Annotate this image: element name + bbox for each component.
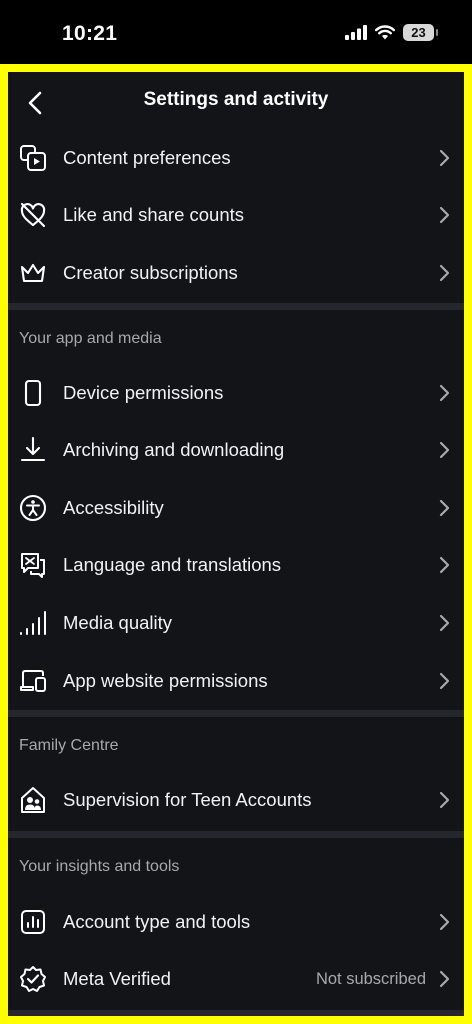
chevron-right-icon [439, 614, 450, 632]
cellular-signal-icon [345, 25, 367, 40]
chevron-right-icon [439, 384, 450, 401]
section-header-app-media: Your app and media [8, 310, 464, 367]
menu-item-media-quality[interactable]: Media quality [8, 594, 464, 652]
section-header-insights-tools: Your insights and tools [8, 838, 464, 895]
verified-badge-icon [18, 964, 48, 994]
chevron-right-icon [439, 149, 450, 166]
menu-item-label: Creator subscriptions [63, 261, 238, 283]
menu-item-like-share-counts[interactable]: Like and share counts [8, 187, 464, 245]
status-time: 10:21 [62, 22, 118, 45]
chevron-right-icon [439, 557, 450, 574]
menu-item-accessibility[interactable]: Accessibility [8, 479, 464, 537]
menu-item-account-type-tools[interactable]: Account type and tools [8, 893, 464, 951]
menu-item-label: Language and translations [63, 554, 282, 576]
menu-item-content-preferences[interactable]: Content preferences [8, 129, 464, 187]
menu-item-app-website-permissions[interactable]: App website permissions [8, 652, 464, 710]
section-header-family-centre: Family Centre [8, 717, 464, 774]
phone-icon [18, 378, 48, 408]
heart-slash-icon [18, 200, 48, 230]
menu-item-language-translations[interactable]: Language and translations [8, 537, 464, 595]
battery-indicator: 23 [403, 24, 438, 41]
menu-item-archiving-downloading[interactable]: Archiving and downloading [8, 421, 464, 479]
header: Settings and activity [8, 72, 464, 134]
accessibility-icon [18, 493, 48, 523]
wifi-icon [375, 25, 395, 40]
menu-item-label: Content preferences [63, 146, 231, 168]
menu-item-device-permissions[interactable]: Device permissions [8, 364, 464, 422]
menu-item-supervision-teen-accounts[interactable]: Supervision for Teen Accounts [8, 771, 464, 829]
chevron-right-icon [439, 442, 450, 459]
menu-item-label: Media quality [63, 611, 173, 633]
menu-item-label: Like and share counts [63, 204, 245, 226]
signal-bars-icon [18, 608, 48, 638]
menu-item-creator-subscriptions[interactable]: Creator subscriptions [8, 244, 464, 302]
settings-screen: Settings and activity Content preference… [0, 64, 472, 1024]
home-people-icon [18, 785, 48, 815]
menu-item-meta-verified[interactable]: Meta Verified Not subscribed [8, 951, 464, 1009]
section-title: Your insights and tools [19, 857, 180, 875]
battery-level: 23 [411, 25, 426, 40]
section-divider [8, 302, 464, 310]
chevron-right-icon [439, 971, 450, 988]
devices-icon [18, 666, 48, 696]
download-icon [18, 435, 48, 465]
menu-item-label: Supervision for Teen Accounts [63, 789, 312, 811]
section-divider [8, 830, 464, 838]
menu-item-label: Account type and tools [63, 910, 251, 932]
subscription-status: Not subscribed [315, 969, 426, 988]
chevron-right-icon [439, 792, 450, 809]
menu-item-label: Device permissions [63, 381, 224, 403]
menu-item-label: Meta Verified [63, 968, 171, 990]
menu-item-label: Accessibility [63, 496, 164, 518]
status-icons: 23 [345, 24, 438, 41]
section-divider [8, 1010, 464, 1016]
chevron-right-icon [439, 264, 450, 282]
section-title: Family Centre [19, 737, 119, 755]
chevron-right-icon [439, 499, 450, 516]
section-divider [8, 710, 464, 718]
chevron-right-icon [439, 913, 450, 930]
chevron-right-icon [439, 207, 450, 224]
crown-icon [18, 258, 48, 288]
content-preferences-icon [18, 143, 48, 173]
section-title: Your app and media [19, 329, 162, 347]
chevron-right-icon [439, 672, 450, 689]
menu-item-label: Archiving and downloading [63, 439, 285, 461]
page-title: Settings and activity [143, 89, 329, 110]
status-bar: 10:21 23 [0, 0, 472, 64]
menu-item-label: App website permissions [63, 669, 268, 691]
translate-icon [18, 550, 48, 580]
chart-icon [18, 907, 48, 937]
